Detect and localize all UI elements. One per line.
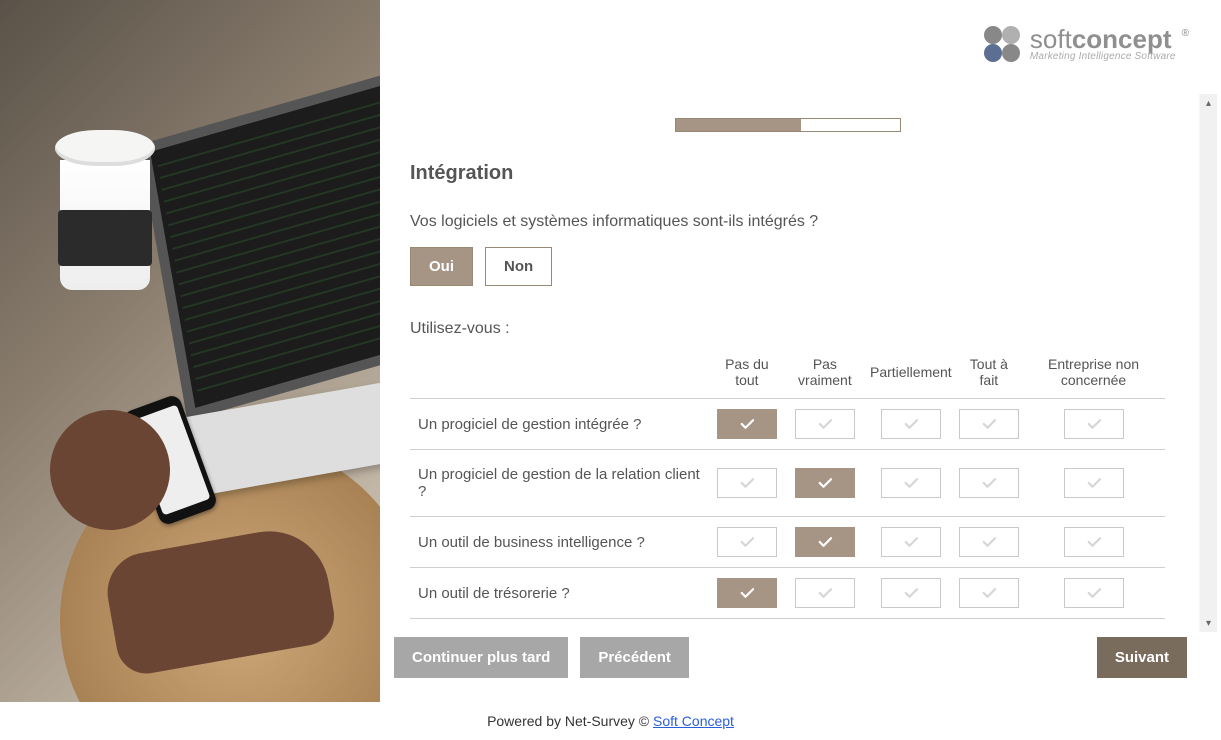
chevron-down-icon[interactable]: ▾ [1200,614,1217,632]
row-label: Un outil de business intelligence ? [410,517,710,568]
option-no[interactable]: Non [485,247,552,286]
matrix-option[interactable] [717,527,777,557]
chevron-up-icon[interactable]: ▴ [1200,94,1217,112]
continue-later-button[interactable]: Continuer plus tard [394,637,568,678]
matrix-option[interactable] [795,409,855,439]
nav-bar: Continuer plus tard Précédent Suivant [380,623,1221,702]
col-header: Tout à fait [956,348,1022,399]
footer-link[interactable]: Soft Concept [653,713,734,729]
matrix-option[interactable] [795,527,855,557]
hero-image [0,0,380,702]
matrix-option[interactable] [959,468,1019,498]
footer: Powered by Net-Survey © Soft Concept [0,702,1221,740]
progress-fill [676,119,801,131]
matrix-option[interactable] [795,578,855,608]
next-button[interactable]: Suivant [1097,637,1187,678]
survey-body: Intégration Vos logiciels et systèmes in… [380,118,1221,623]
matrix-option[interactable] [717,578,777,608]
logo-icon [984,24,1024,64]
col-header: Partiellement [866,348,956,399]
matrix-option[interactable] [1064,578,1124,608]
matrix-option[interactable] [1064,409,1124,439]
col-header: Entreprise non concernée [1022,348,1165,399]
matrix-option[interactable] [1064,468,1124,498]
row-label: Un progiciel de gestion intégrée ? [410,399,710,450]
matrix-table: Pas du tout Pas vraiment Partiellement T… [410,348,1165,619]
matrix-option[interactable] [881,409,941,439]
progress-bar [675,118,901,132]
scrollbar[interactable]: ▴ ▾ [1199,94,1217,632]
matrix-option[interactable] [717,468,777,498]
col-header: Pas vraiment [784,348,866,399]
matrix-option[interactable] [717,409,777,439]
footer-text: Powered by Net-Survey © [487,713,649,729]
matrix-option[interactable] [881,468,941,498]
yes-no-group: Oui Non [410,247,1165,286]
matrix-option[interactable] [1064,527,1124,557]
matrix-option[interactable] [959,578,1019,608]
question-1-text: Vos logiciels et systèmes informatiques … [410,213,1165,231]
matrix-option[interactable] [881,578,941,608]
option-yes[interactable]: Oui [410,247,473,286]
previous-button[interactable]: Précédent [580,637,689,678]
matrix-option[interactable] [795,468,855,498]
row-label: Un progiciel de gestion de la relation c… [410,450,710,517]
question-2-intro: Utilisez-vous : [410,320,1165,338]
row-label: Un outil de trésorerie ? [410,568,710,619]
brand-logo: softconcept Marketing Intelligence Softw… [984,24,1189,64]
matrix-option[interactable] [881,527,941,557]
matrix-option[interactable] [959,527,1019,557]
section-title: Intégration [410,162,1165,185]
col-header: Pas du tout [710,348,784,399]
matrix-option[interactable] [959,409,1019,439]
